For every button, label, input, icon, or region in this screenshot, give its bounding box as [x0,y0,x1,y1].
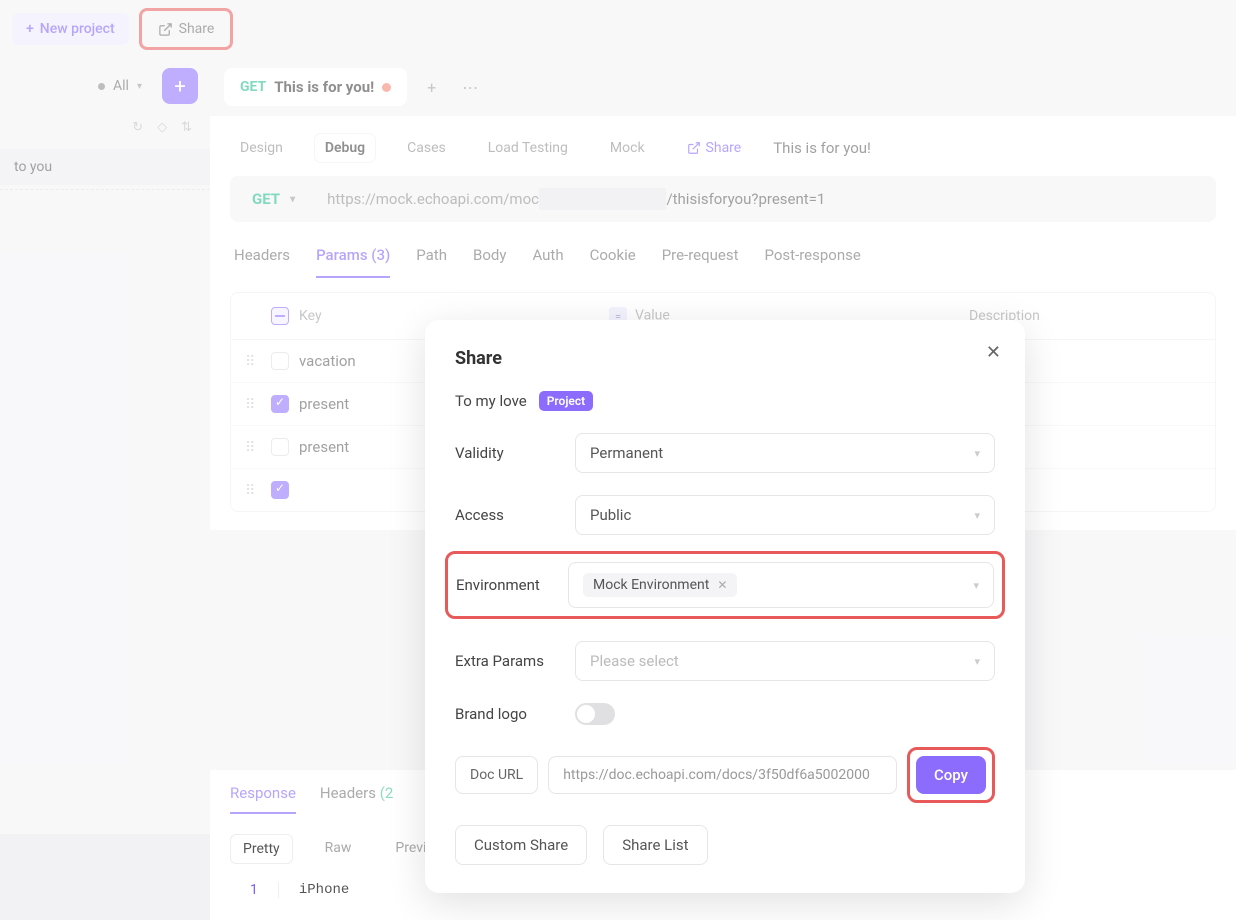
validity-label: Validity [455,444,575,462]
environment-highlight: Environment Mock Environment ✕ ▾ [445,551,1005,619]
copy-highlight: Copy [907,747,995,803]
close-icon: ✕ [986,342,1001,363]
environment-select[interactable]: Mock Environment ✕ ▾ [568,562,994,608]
validity-value: Permanent [590,444,663,462]
view-pretty[interactable]: Pretty [230,834,293,864]
extra-params-label: Extra Params [455,652,575,670]
close-button[interactable]: ✕ [986,342,1001,363]
environment-label: Environment [456,576,568,594]
project-badge: Project [539,391,593,411]
chevron-down-icon: ▾ [974,509,980,522]
copy-button[interactable]: Copy [916,756,986,794]
response-text: iPhone [279,882,349,898]
view-raw[interactable]: Raw [313,834,364,864]
doc-url-label: Doc URL [455,756,538,794]
modal-title: Share [455,348,995,369]
chevron-down-icon: ▾ [974,655,980,668]
brand-logo-label: Brand logo [455,705,575,723]
share-modal: Share ✕ To my love Project Validity Perm… [425,320,1025,893]
access-value: Public [590,506,631,524]
validity-select[interactable]: Permanent ▾ [575,433,995,473]
access-label: Access [455,506,575,524]
doc-url-input[interactable]: https://doc.echoapi.com/docs/3f50df6a500… [548,756,897,794]
extra-params-select[interactable]: Please select ▾ [575,641,995,681]
custom-share-button[interactable]: Custom Share [455,825,587,865]
share-to-label: To my love [455,392,527,410]
remove-tag-icon[interactable]: ✕ [717,578,727,592]
chevron-down-icon: ▾ [974,447,980,460]
line-number: 1 [230,882,279,898]
extra-params-placeholder: Please select [590,652,679,670]
environment-tag: Mock Environment ✕ [583,573,737,597]
env-value: Mock Environment [593,577,709,593]
share-list-button[interactable]: Share List [603,825,707,865]
access-select[interactable]: Public ▾ [575,495,995,535]
brand-logo-toggle[interactable] [575,703,615,725]
chevron-down-icon: ▾ [973,579,979,592]
